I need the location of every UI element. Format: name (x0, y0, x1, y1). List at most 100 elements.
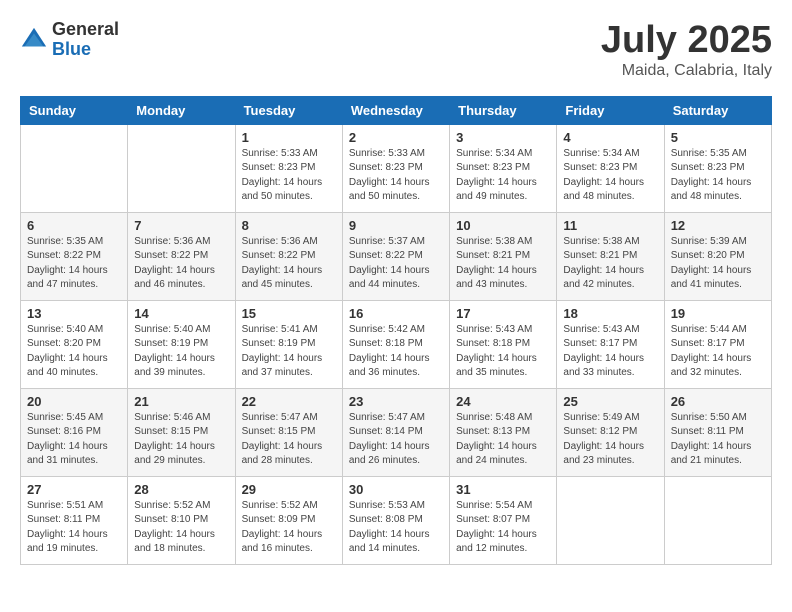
day-number: 5 (671, 130, 765, 145)
title-block: July 2025 Maida, Calabria, Italy (601, 20, 772, 80)
calendar-cell: 16Sunrise: 5:42 AMSunset: 8:18 PMDayligh… (342, 300, 449, 388)
day-number: 19 (671, 306, 765, 321)
day-number: 31 (456, 482, 550, 497)
calendar-cell (128, 124, 235, 212)
weekday-header-wednesday: Wednesday (342, 96, 449, 124)
logo-icon (20, 26, 48, 54)
calendar-cell: 9 Sunrise: 5:37 AMSunset: 8:22 PMDaylight… (342, 212, 449, 300)
day-number: 14 (134, 306, 228, 321)
calendar-cell: 19 Sunrise: 5:44 AMSunset: 8:17 PMDayligh… (664, 300, 771, 388)
day-info: Sunrise: 5:34 AMSunset: 8:23 PMDaylight:… (456, 147, 550, 205)
page-header: General Blue July 2025 Maida, Calabria, … (20, 20, 772, 80)
day-info: Sunrise: 5:46 AMSunset: 8:15 PMDaylight:… (134, 411, 228, 469)
calendar-cell: 12Sunrise: 5:39 AMSunset: 8:20 PMDayligh… (664, 212, 771, 300)
day-info: Sunrise: 5:40 AMSunset: 8:20 PMDaylight:… (27, 323, 121, 381)
calendar-cell: 13 Sunrise: 5:40 AMSunset: 8:20 PMDayligh… (21, 300, 128, 388)
day-info: Sunrise: 5:47 AMSunset: 8:15 PMDaylight:… (242, 411, 336, 469)
day-info: Sunrise: 5:33 AMSunset: 8:23 PMDaylight:… (349, 147, 443, 205)
calendar-cell: 14Sunrise: 5:40 AMSunset: 8:19 PMDayligh… (128, 300, 235, 388)
day-number: 24 (456, 394, 550, 409)
day-info: Sunrise: 5:52 AMSunset: 8:10 PMDaylight:… (134, 499, 228, 557)
day-info: Sunrise: 5:52 AMSunset: 8:09 PMDaylight:… (242, 499, 336, 557)
day-number: 25 (563, 394, 657, 409)
day-info: Sunrise: 5:47 AMSunset: 8:14 PMDaylight:… (349, 411, 443, 469)
logo-general-text: General (52, 20, 119, 40)
weekday-header-monday: Monday (128, 96, 235, 124)
day-number: 23 (349, 394, 443, 409)
day-number: 26 (671, 394, 765, 409)
day-number: 8 (242, 218, 336, 233)
day-number: 4 (563, 130, 657, 145)
weekday-header-thursday: Thursday (450, 96, 557, 124)
calendar-cell: 2Sunrise: 5:33 AMSunset: 8:23 PMDaylight… (342, 124, 449, 212)
day-info: Sunrise: 5:50 AMSunset: 8:11 PMDaylight:… (671, 411, 765, 469)
day-number: 9 (349, 218, 443, 233)
day-info: Sunrise: 5:35 AMSunset: 8:22 PMDaylight:… (27, 235, 121, 293)
day-number: 6 (27, 218, 121, 233)
day-number: 22 (242, 394, 336, 409)
day-info: Sunrise: 5:45 AMSunset: 8:16 PMDaylight:… (27, 411, 121, 469)
day-info: Sunrise: 5:44 AMSunset: 8:17 PMDaylight:… (671, 323, 765, 381)
calendar-cell: 31 Sunrise: 5:54 AMSunset: 8:07 PMDayligh… (450, 476, 557, 564)
day-number: 1 (242, 130, 336, 145)
weekday-header-row: SundayMondayTuesdayWednesdayThursdayFrid… (21, 96, 772, 124)
calendar-cell: 17Sunrise: 5:43 AMSunset: 8:18 PMDayligh… (450, 300, 557, 388)
calendar-cell: 1 Sunrise: 5:33 AMSunset: 8:23 PMDaylight… (235, 124, 342, 212)
day-number: 29 (242, 482, 336, 497)
day-info: Sunrise: 5:38 AMSunset: 8:21 PMDaylight:… (563, 235, 657, 293)
calendar-cell: 6 Sunrise: 5:35 AMSunset: 8:22 PMDaylight… (21, 212, 128, 300)
day-info: Sunrise: 5:33 AMSunset: 8:23 PMDaylight:… (242, 147, 336, 205)
week-row-3: 13 Sunrise: 5:40 AMSunset: 8:20 PMDayligh… (21, 300, 772, 388)
day-number: 20 (27, 394, 121, 409)
day-number: 18 (563, 306, 657, 321)
day-info: Sunrise: 5:36 AMSunset: 8:22 PMDaylight:… (134, 235, 228, 293)
day-info: Sunrise: 5:38 AMSunset: 8:21 PMDaylight:… (456, 235, 550, 293)
calendar-cell: 4 Sunrise: 5:34 AMSunset: 8:23 PMDaylight… (557, 124, 664, 212)
weekday-header-friday: Friday (557, 96, 664, 124)
day-info: Sunrise: 5:42 AMSunset: 8:18 PMDaylight:… (349, 323, 443, 381)
calendar-cell: 20 Sunrise: 5:45 AMSunset: 8:16 PMDayligh… (21, 388, 128, 476)
calendar-cell: 18 Sunrise: 5:43 AMSunset: 8:17 PMDayligh… (557, 300, 664, 388)
day-info: Sunrise: 5:54 AMSunset: 8:07 PMDaylight:… (456, 499, 550, 557)
day-number: 12 (671, 218, 765, 233)
day-number: 21 (134, 394, 228, 409)
calendar-cell: 15Sunrise: 5:41 AMSunset: 8:19 PMDayligh… (235, 300, 342, 388)
day-info: Sunrise: 5:51 AMSunset: 8:11 PMDaylight:… (27, 499, 121, 557)
location-text: Maida, Calabria, Italy (601, 62, 772, 80)
calendar-cell: 29 Sunrise: 5:52 AMSunset: 8:09 PMDayligh… (235, 476, 342, 564)
calendar-cell: 7 Sunrise: 5:36 AMSunset: 8:22 PMDaylight… (128, 212, 235, 300)
day-info: Sunrise: 5:43 AMSunset: 8:17 PMDaylight:… (563, 323, 657, 381)
calendar-cell: 30 Sunrise: 5:53 AMSunset: 8:08 PMDayligh… (342, 476, 449, 564)
day-info: Sunrise: 5:34 AMSunset: 8:23 PMDaylight:… (563, 147, 657, 205)
week-row-4: 20 Sunrise: 5:45 AMSunset: 8:16 PMDayligh… (21, 388, 772, 476)
week-row-2: 6 Sunrise: 5:35 AMSunset: 8:22 PMDaylight… (21, 212, 772, 300)
day-number: 27 (27, 482, 121, 497)
logo-blue-text: Blue (52, 40, 119, 60)
weekday-header-tuesday: Tuesday (235, 96, 342, 124)
day-info: Sunrise: 5:37 AMSunset: 8:22 PMDaylight:… (349, 235, 443, 293)
calendar-cell: 5 Sunrise: 5:35 AMSunset: 8:23 PMDaylight… (664, 124, 771, 212)
day-number: 28 (134, 482, 228, 497)
day-info: Sunrise: 5:35 AMSunset: 8:23 PMDaylight:… (671, 147, 765, 205)
calendar-cell: 26 Sunrise: 5:50 AMSunset: 8:11 PMDayligh… (664, 388, 771, 476)
weekday-header-sunday: Sunday (21, 96, 128, 124)
logo-text: General Blue (52, 20, 119, 60)
day-number: 11 (563, 218, 657, 233)
day-info: Sunrise: 5:48 AMSunset: 8:13 PMDaylight:… (456, 411, 550, 469)
day-info: Sunrise: 5:49 AMSunset: 8:12 PMDaylight:… (563, 411, 657, 469)
day-number: 10 (456, 218, 550, 233)
calendar-cell (21, 124, 128, 212)
calendar-cell (557, 476, 664, 564)
calendar-cell: 3Sunrise: 5:34 AMSunset: 8:23 PMDaylight… (450, 124, 557, 212)
calendar-cell: 27 Sunrise: 5:51 AMSunset: 8:11 PMDayligh… (21, 476, 128, 564)
calendar-cell: 11 Sunrise: 5:38 AMSunset: 8:21 PMDayligh… (557, 212, 664, 300)
day-number: 30 (349, 482, 443, 497)
day-number: 7 (134, 218, 228, 233)
logo: General Blue (20, 20, 119, 60)
day-number: 13 (27, 306, 121, 321)
week-row-5: 27 Sunrise: 5:51 AMSunset: 8:11 PMDayligh… (21, 476, 772, 564)
calendar-cell: 28 Sunrise: 5:52 AMSunset: 8:10 PMDayligh… (128, 476, 235, 564)
day-info: Sunrise: 5:53 AMSunset: 8:08 PMDaylight:… (349, 499, 443, 557)
calendar-cell: 21 Sunrise: 5:46 AMSunset: 8:15 PMDayligh… (128, 388, 235, 476)
day-number: 15 (242, 306, 336, 321)
